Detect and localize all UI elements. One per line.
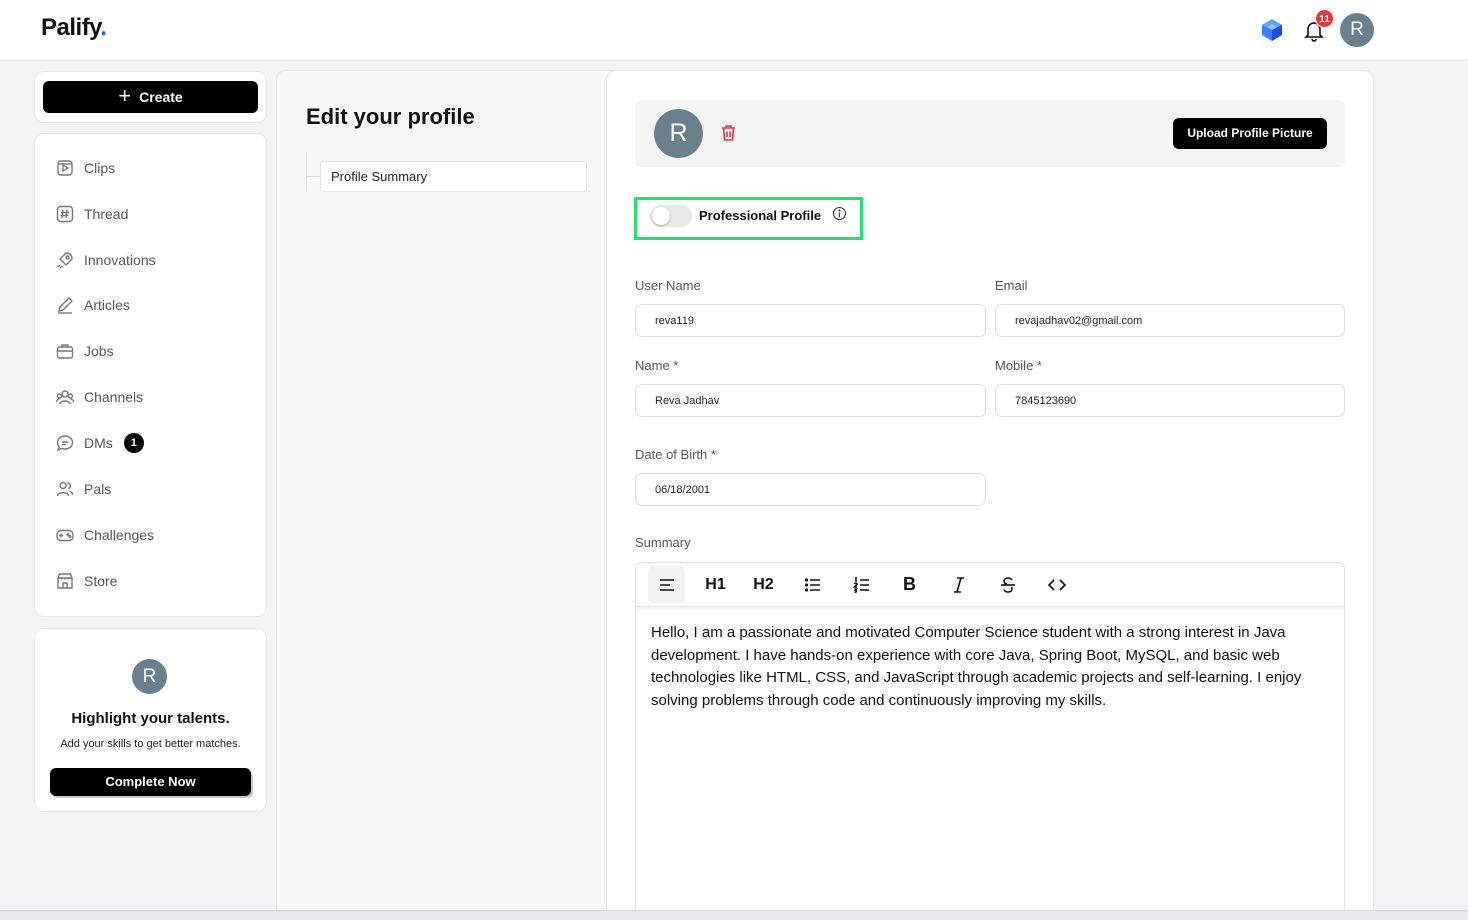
app-logo[interactable]: Palify. [41, 14, 107, 42]
complete-now-button[interactable]: Complete Now [50, 768, 251, 796]
sidebar-item-label: Clips [84, 160, 116, 176]
mobile-field[interactable] [995, 384, 1345, 417]
heading1-button[interactable]: H1 [697, 566, 734, 603]
strikethrough-button[interactable] [989, 566, 1026, 603]
paragraph-button[interactable] [648, 566, 685, 603]
code-button[interactable] [1038, 566, 1075, 603]
talent-promo-card: R Highlight your talents. Add your skill… [34, 628, 267, 812]
page-title: Edit your profile [306, 104, 475, 129]
promo-subtitle: Add your skills to get better matches. [60, 738, 241, 750]
dm-count-badge: 1 [123, 433, 144, 453]
sidebar-item-label: Pals [84, 481, 112, 497]
summary-text[interactable]: Hello, I am a passionate and motivated C… [651, 622, 1331, 712]
avatar[interactable]: R [1340, 13, 1374, 47]
code-icon [1047, 578, 1066, 591]
sidebar-item-challenges[interactable]: Challenges [55, 521, 154, 549]
hash-icon [56, 205, 74, 223]
clips-icon [57, 160, 73, 176]
sidebar-item-jobs[interactable]: Jobs [55, 337, 114, 365]
username-label: User Name [635, 278, 701, 293]
toggle-knob [652, 207, 670, 225]
gem-icon[interactable] [1260, 18, 1284, 42]
dob-label: Date of Birth * [635, 447, 716, 462]
people-icon [56, 481, 74, 497]
sidebar-item-innovations[interactable]: Innovations [55, 246, 156, 274]
upload-profile-picture-button[interactable]: Upload Profile Picture [1173, 118, 1327, 149]
sidebar-item-label: Jobs [84, 343, 114, 359]
sidebar-item-articles[interactable]: Articles [55, 291, 130, 319]
sidebar-item-dms[interactable]: DMs 1 [55, 429, 144, 457]
channels-icon [55, 390, 75, 405]
avatar: R [132, 659, 167, 694]
top-bar: Palify. 11 R [0, 0, 1468, 61]
ordered-list-button[interactable] [843, 566, 880, 603]
username-field[interactable] [635, 304, 986, 337]
bottom-strip [0, 910, 1468, 920]
sidebar-item-channels[interactable]: Channels [55, 383, 143, 411]
bullet-list-icon [804, 577, 820, 592]
ordered-list-icon [852, 576, 869, 593]
profile-avatar: R [654, 109, 703, 158]
notification-badge: 11 [1315, 9, 1334, 28]
gamepad-icon [56, 529, 74, 542]
bullet-list-button[interactable] [794, 566, 831, 603]
sidebar-item-pals[interactable]: Pals [55, 475, 111, 503]
sidebar-item-label: Challenges [84, 527, 155, 543]
rocket-icon [57, 252, 73, 269]
heading2-button[interactable]: H2 [745, 566, 782, 603]
tab-connector [306, 176, 320, 177]
name-field[interactable] [635, 384, 986, 417]
tab-profile-summary[interactable]: Profile Summary [320, 161, 587, 192]
email-label: Email [995, 278, 1028, 293]
sidebar-item-thread[interactable]: Thread [55, 200, 128, 228]
email-field[interactable] [995, 304, 1345, 337]
chat-icon [56, 435, 74, 452]
summary-editor[interactable] [635, 562, 1345, 920]
professional-profile-label: Professional Profile [699, 208, 822, 223]
bold-button[interactable]: B [891, 566, 928, 603]
sidebar-item-store[interactable]: Store [55, 567, 117, 595]
sidebar-item-label: Innovations [84, 252, 156, 268]
plus-icon: + [118, 83, 132, 108]
pen-icon [58, 297, 73, 314]
summary-label: Summary [635, 535, 691, 550]
tab-rail [306, 152, 307, 192]
strikethrough-icon [1000, 576, 1015, 593]
info-icon[interactable] [832, 206, 847, 221]
italic-icon [953, 576, 964, 593]
sidebar-item-label: Channels [84, 389, 144, 405]
italic-button[interactable] [940, 566, 977, 603]
store-icon [56, 573, 74, 589]
briefcase-icon [56, 344, 74, 359]
dob-field[interactable] [635, 473, 986, 506]
sidebar-item-label: Store [84, 573, 118, 589]
create-label: Create [139, 89, 183, 105]
trash-icon[interactable] [720, 124, 737, 142]
sidebar-item-clips[interactable]: Clips [55, 154, 115, 182]
align-left-icon [659, 578, 674, 591]
promo-title: Highlight your talents. [71, 710, 230, 727]
name-label: Name * [635, 358, 679, 373]
mobile-label: Mobile * [995, 358, 1042, 373]
create-button[interactable]: + Create [43, 81, 258, 113]
sidebar-item-label: Articles [84, 297, 130, 313]
create-card: + Create [34, 71, 267, 123]
sidebar-nav: Clips Thread Innovations Articles Jobs C… [34, 133, 267, 617]
sidebar-item-label: DMs [84, 435, 113, 451]
sidebar-item-label: Thread [84, 206, 129, 222]
